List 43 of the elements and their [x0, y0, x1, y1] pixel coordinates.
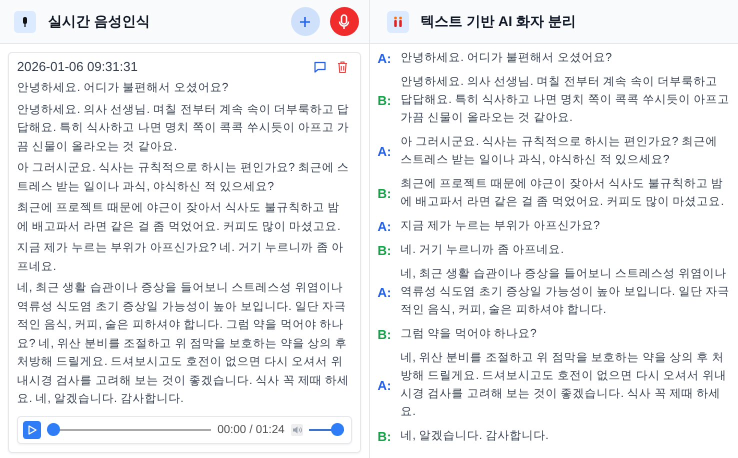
utterance-text: 안녕하세요. 의사 선생님. 며칠 전부터 계속 속이 더부룩하고 답답해요. 특히 식사하고 나면 명치 쪽이 콕콕 쑤시듯이 아프고 가끔 신물이 올라오는 것 같아요. [400, 74, 730, 126]
microphone-icon [14, 10, 36, 32]
speaker-label: B: [378, 326, 392, 342]
utterance-text: 아 그러시군요. 식사는 규칙적으로 하시는 편인가요? 최근에 스트레스 받는 일이나 과식, 야식하신 적 있으세요? [400, 134, 718, 168]
play-icon [28, 424, 36, 434]
speaker-label: A: [378, 50, 392, 66]
record-button[interactable] [330, 7, 358, 36]
microphone-icon [338, 14, 350, 30]
panel-title: 텍스트 기반 AI 화자 분리 [420, 12, 576, 30]
transcript-paragraph: 최근에 프로젝트 때문에 야근이 잦아서 식사도 불규칙하고 밤에 배고파서 라면 같은 걸 좀 먹었어요. 커피도 많이 마셨고요. [17, 200, 342, 234]
transcript-paragraph: 안녕하세요. 의사 선생님. 며칠 전부터 계속 속이 더부룩하고 답답해요. 특히 식사하고 나면 명치 쪽이 콕콕 쑤시듯이 아프고 가끔 신물이 올라오는 것 같아요. [17, 102, 350, 154]
comment-icon[interactable] [314, 60, 326, 72]
transcript-paragraph: 안녕하세요. 어디가 불편해서 오셨어요? [17, 80, 230, 96]
play-button[interactable] [23, 420, 41, 438]
speaker-label: A: [378, 144, 392, 158]
transcript-paragraph: 네, 최근 생활 습관이나 증상을 들어보니 스트레스성 위염이나 역류성 식도염 초기 증상일 가능성이 높아 보입니다. 일단 자극적인 음식, 커피, 술은 피하셔야 합니다. 그럼 약을 먹어야 하나요? 네, 위산 분비를 조절하고 위 점막을 보호하는 약을 상의 후 처방해 드릴게요. 드셔보시고도 호전이 없으면 다시 오셔서 위내시경 검사를 고려해 보는 것이 좋겠습니다. 식사 꼭 제때 하세요. 네, 알겠습니다. 감사합니다. [17, 280, 350, 407]
speaker-label: B: [378, 92, 392, 108]
delete-icon[interactable] [336, 60, 348, 72]
transcript-paragraph: 지금 제가 누르는 부위가 아프신가요? 네. 거기 누르니까 좀 아프네요. [17, 240, 345, 274]
utterance-text: 네. 거기 누르니까 좀 아프네요. [400, 242, 564, 258]
progress-slider[interactable] [47, 423, 212, 436]
panel-title: 실시간 음성인식 [48, 12, 150, 30]
volume-icon[interactable] [290, 424, 302, 436]
utterance-text: 그럼 약을 먹어야 하나요? [400, 326, 537, 342]
speaker-label: B: [378, 242, 392, 258]
people-icon [386, 10, 408, 32]
volume-slider[interactable] [308, 423, 344, 436]
utterance-text: 네, 최근 생활 습관이나 증상을 들어보니 스트레스성 위염이나 역류성 식도염 초기 증상일 가능성이 높아 보입니다. 일단 자극적인 음식, 커피, 술은 피하셔야 합니다. [400, 266, 730, 318]
speaker-label: A: [378, 378, 392, 392]
utterance-text: 지금 제가 누르는 부위가 아프신가요? [400, 218, 600, 234]
speaker-label: A: [378, 284, 392, 300]
add-button[interactable] [290, 7, 320, 36]
speaker-label: B: [378, 186, 392, 200]
utterance-text: 네, 알겠습니다. 감사합니다. [400, 428, 549, 444]
utterance-text: 네, 위산 분비를 조절하고 위 점막을 보호하는 약을 상의 후 처방해 드릴게요. 드셔보시고도 호전이 없으면 다시 오셔서 위내시경 검사를 고려해 보는 것이 좋겠습니다. 식사 꼭 제때 하세요. [400, 350, 728, 420]
playback-time: 00:00 / 01:24 [217, 424, 284, 436]
plus-icon [299, 16, 311, 28]
timestamp: 2026-01-06 09:31:31 [17, 59, 138, 74]
transcript-paragraph: 아 그러시군요. 식사는 규칙적으로 하시는 편인가요? 최근에 스트레스 받는 일이나 과식, 야식하신 적 있으세요? [17, 160, 350, 194]
speaker-label: A: [378, 218, 392, 234]
utterance-text: 최근에 프로젝트 때문에 야근이 잦아서 식사도 불규칙하고 밤에 배고파서 라면 같은 걸 좀 먹었어요. 커피도 많이 마셨고요. [400, 176, 725, 210]
speaker-label: B: [378, 428, 392, 444]
utterance-text: 안녕하세요. 어디가 불편해서 오셨어요? [400, 50, 612, 66]
